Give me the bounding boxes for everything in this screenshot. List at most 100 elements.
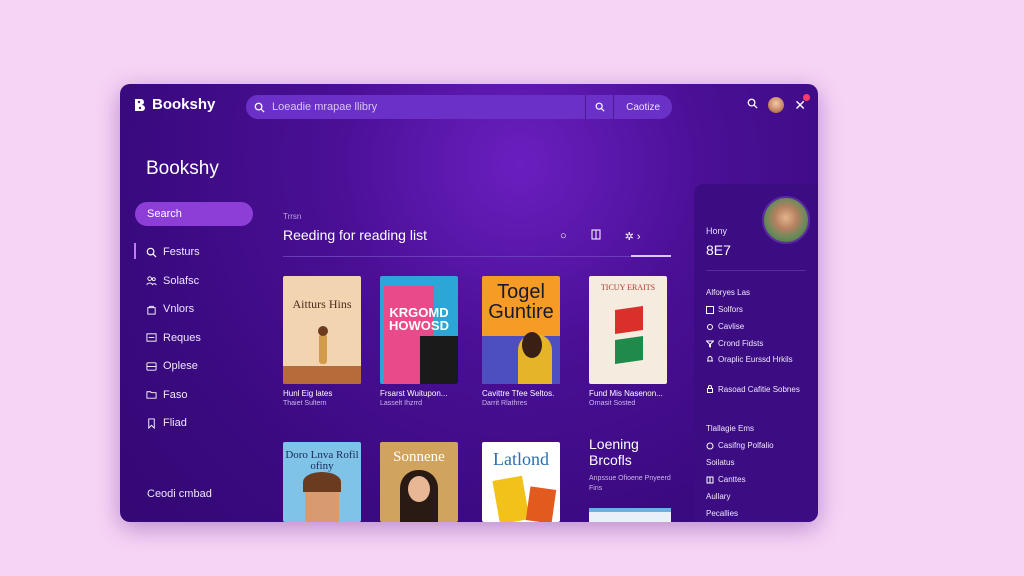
lock-icon bbox=[707, 385, 713, 393]
cover-title: Latlond bbox=[493, 449, 549, 469]
people-icon bbox=[146, 276, 157, 286]
panel-item-label: Pecallies bbox=[706, 509, 739, 518]
chart-icon bbox=[146, 333, 157, 342]
sidebar-footer-link[interactable]: Ceodi cmbad bbox=[147, 488, 212, 500]
app-window: Bookshy Caotize ✕ Bookshy Search bbox=[120, 84, 818, 522]
panel-item[interactable]: Solfors bbox=[706, 301, 814, 318]
tag-icon bbox=[706, 442, 714, 449]
book-title: Frsarst Wuitupon... bbox=[380, 389, 448, 398]
book-cover: TICUY ERAITS bbox=[589, 276, 667, 384]
cover-title: Togel Guntire bbox=[488, 281, 554, 323]
app-logo[interactable]: Bookshy bbox=[132, 96, 215, 113]
sidebar-item-label: Solafsc bbox=[163, 274, 200, 287]
panel-item-label: Canttes bbox=[718, 475, 746, 484]
book-cover: Latlond bbox=[482, 442, 560, 522]
cover-title: TICUY ERAITS bbox=[600, 283, 656, 292]
sidebar-item-reques[interactable]: Reques bbox=[134, 324, 258, 353]
categorize-button[interactable]: Caotize bbox=[613, 95, 672, 119]
panel-item[interactable]: Tlallagie Ems bbox=[706, 420, 814, 437]
bookmark-icon bbox=[148, 418, 155, 429]
search-button[interactable] bbox=[585, 95, 613, 119]
book-cover: Aitturs Hins bbox=[283, 276, 361, 384]
sidebar-title: Bookshy bbox=[146, 158, 219, 179]
panel-item[interactable]: Rasoad Cafitie Sobnes bbox=[706, 382, 814, 412]
book-title: Hunl Eig lates bbox=[283, 389, 333, 398]
panel-item-label: Aullary bbox=[706, 492, 731, 501]
bag-icon bbox=[147, 305, 156, 315]
sidebar-item-label: Vnlors bbox=[163, 303, 195, 316]
book-cover: Doro Lnva Rofil ofiny bbox=[283, 442, 361, 522]
panel-item[interactable]: Alforyes Las bbox=[706, 284, 814, 301]
sidebar-item-label: Faso bbox=[163, 388, 188, 401]
circle-icon[interactable]: ○ bbox=[560, 230, 567, 242]
profile-name: Hony bbox=[706, 226, 728, 236]
sidebar-item-fliad[interactable]: Fliad bbox=[134, 409, 258, 438]
book-card[interactable]: Latlond bbox=[482, 442, 560, 522]
breadcrumb[interactable]: Trrsn bbox=[283, 212, 301, 221]
panel-item[interactable]: Soilatus bbox=[706, 454, 814, 471]
promo-heading: Loening Brcofls bbox=[589, 436, 639, 468]
right-panel-list: Alforyes Las Solfors Cavlise Crond Fidst… bbox=[706, 284, 814, 522]
sidebar-item-label: Reques bbox=[163, 331, 201, 344]
book-card[interactable]: Sonnene bbox=[380, 442, 458, 522]
profile-avatar[interactable] bbox=[762, 196, 810, 244]
sidebar-item-vnlors[interactable]: Vnlors bbox=[134, 295, 258, 324]
search-icon[interactable] bbox=[747, 96, 758, 114]
top-bar: Bookshy Caotize ✕ bbox=[120, 84, 818, 128]
sidebar-item-features[interactable]: Festurs bbox=[134, 238, 258, 267]
book-card[interactable]: Doro Lnva Rofil ofiny bbox=[283, 442, 361, 522]
panel-item-label: Oraplic Eurssd Hrkils bbox=[718, 355, 793, 364]
promo-block[interactable]: Loening Brcofls Anpssue Ofioene Pnyeerd … bbox=[589, 436, 679, 522]
active-tab-indicator bbox=[631, 255, 671, 257]
panel-item[interactable]: Aullary bbox=[706, 488, 814, 505]
profile-count: 8E7 bbox=[706, 242, 731, 258]
sidebar-item-label: Festurs bbox=[163, 246, 200, 259]
page-title: Reeding for reading list bbox=[283, 227, 427, 243]
view-controls: ○ ✲ › bbox=[560, 229, 641, 243]
notification-dot bbox=[803, 93, 810, 101]
sidebar-item-label: Fliad bbox=[163, 417, 187, 430]
folder-icon bbox=[146, 391, 157, 399]
filter-icon bbox=[706, 340, 714, 348]
sidebar-item-solafsc[interactable]: Solafsc bbox=[134, 267, 258, 296]
close-icon[interactable]: ✕ bbox=[794, 93, 810, 114]
cover-title: KRGOMD HOWOSD bbox=[389, 305, 449, 333]
book-author: Ornasit Sosted bbox=[589, 400, 636, 407]
book-author: Darrit Rlathres bbox=[482, 400, 528, 407]
search-icon bbox=[146, 247, 157, 258]
panel-item[interactable]: Crond Fidsts bbox=[706, 335, 814, 352]
panel-item[interactable]: Oraplic Eurssd Hrkils bbox=[706, 352, 814, 382]
cover-title: Sonnene bbox=[393, 449, 445, 465]
book-title: Cavittre Tfee Seltos. bbox=[482, 389, 555, 398]
panel-item-label: Rasoad Cafitie Sobnes bbox=[718, 385, 800, 394]
user-avatar[interactable] bbox=[768, 97, 785, 113]
book-author: Thaiet Sultern bbox=[283, 400, 327, 407]
panel-item[interactable]: Canttes bbox=[706, 471, 814, 488]
book-card[interactable]: Aitturs Hins Hunl Eig lates Thaiet Sulte… bbox=[283, 276, 361, 407]
sidebar-search-button[interactable]: Search bbox=[135, 202, 253, 226]
panel-item-label: Soilatus bbox=[706, 458, 735, 467]
panel-divider bbox=[706, 270, 806, 271]
book-cover: Sonnene bbox=[380, 442, 458, 522]
panel-item-label: Solfors bbox=[718, 305, 743, 314]
settings-chevron-icon[interactable]: ✲ › bbox=[625, 230, 641, 243]
book-cover: Togel Guntire bbox=[482, 276, 560, 384]
panel-item-label: Crond Fidsts bbox=[718, 339, 764, 348]
right-panel: Hony 8E7 Alforyes Las Solfors Cavlise Cr… bbox=[694, 184, 818, 522]
columns-icon[interactable] bbox=[591, 229, 601, 243]
sidebar-item-oplese[interactable]: Oplese bbox=[134, 352, 258, 381]
book-card[interactable]: Togel Guntire Cavittre Tfee Seltos. Darr… bbox=[482, 276, 560, 407]
book-card[interactable]: TICUY ERAITS Fund Mis Nasenon... Ornasit… bbox=[589, 276, 667, 407]
book-card[interactable]: KRGOMD HOWOSD Frsarst Wuitupon... Lassel… bbox=[380, 276, 458, 407]
sidebar-item-faso[interactable]: Faso bbox=[134, 381, 258, 410]
panel-item[interactable]: Pecallies bbox=[706, 505, 814, 522]
app-name: Bookshy bbox=[152, 96, 216, 113]
book-icon bbox=[706, 476, 714, 483]
search-icon bbox=[246, 102, 272, 113]
search-input[interactable] bbox=[272, 101, 586, 113]
cover-title: Doro Lnva Rofil ofiny bbox=[285, 449, 359, 472]
list-icon bbox=[706, 305, 714, 314]
panel-item[interactable]: Cavlise bbox=[706, 318, 814, 335]
panel-item[interactable]: Casifng Polfalio bbox=[706, 437, 814, 454]
section-divider bbox=[283, 256, 671, 257]
